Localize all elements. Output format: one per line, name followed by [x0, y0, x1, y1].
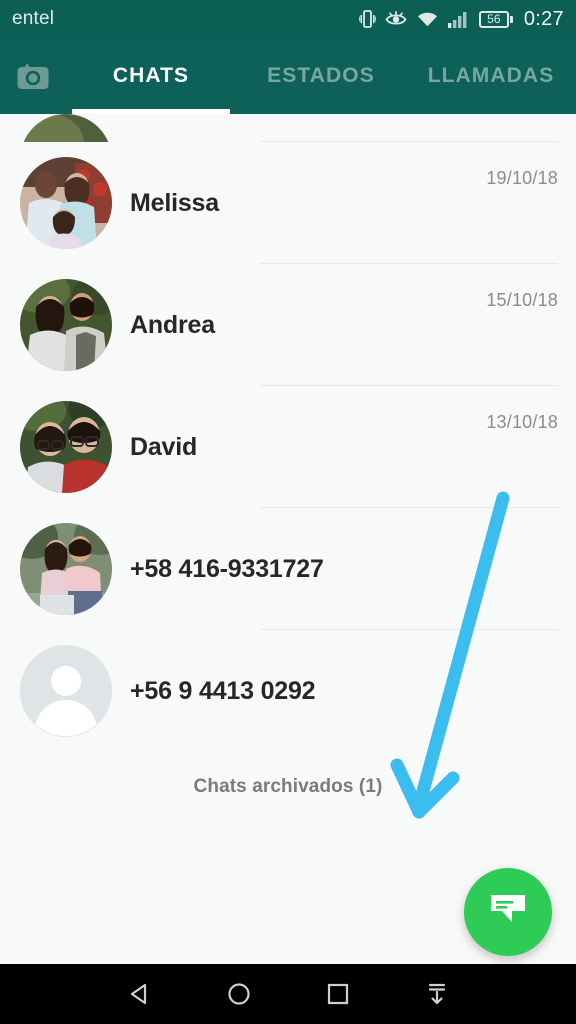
- tab-llamadas[interactable]: LLAMADAS: [406, 38, 576, 114]
- chat-date: 15/10/18: [486, 290, 558, 310]
- recents-icon[interactable]: [308, 964, 368, 1024]
- list-item-body: David 13/10/18: [130, 386, 576, 508]
- list-item-body: Andrea 15/10/18: [130, 264, 576, 386]
- list-item[interactable]: +56 9 4413 0292: [0, 630, 576, 752]
- list-item[interactable]: David 13/10/18: [0, 386, 576, 508]
- chat-name: +58 416-9331727: [130, 554, 324, 583]
- tab-bar: CHATS ESTADOS LLAMADAS: [0, 38, 576, 114]
- chat-date: 13/10/18: [486, 412, 558, 432]
- camera-icon[interactable]: [0, 60, 66, 92]
- eye-icon: [385, 10, 407, 28]
- tab-estados[interactable]: ESTADOS: [236, 38, 406, 114]
- avatar: [20, 523, 112, 615]
- android-nav-bar: [0, 964, 576, 1024]
- list-item-body: Melissa 19/10/18: [130, 142, 576, 264]
- carrier-label: entel: [12, 8, 55, 29]
- tab-llamadas-label: LLAMADAS: [427, 64, 555, 87]
- clock-label: 0:27: [523, 7, 564, 30]
- list-item[interactable]: Andrea 15/10/18: [0, 264, 576, 386]
- battery-level: 56: [478, 10, 509, 28]
- archived-chats-label: Chats archivados (1): [193, 776, 383, 797]
- status-bar: entel 56 0:27: [0, 0, 576, 38]
- back-icon[interactable]: [110, 964, 170, 1024]
- avatar: [20, 157, 112, 249]
- status-icons: 56 0:27: [358, 7, 564, 31]
- tab-chats[interactable]: CHATS: [66, 38, 236, 114]
- tab-chats-label: CHATS: [112, 64, 190, 87]
- signal-icon: [447, 10, 470, 28]
- tab-estados-label: ESTADOS: [267, 64, 375, 87]
- avatar-default: [20, 645, 112, 737]
- chat-name: Andrea: [130, 310, 215, 339]
- chat-name: David: [130, 432, 198, 461]
- list-item-body: +58 416-9331727: [130, 508, 576, 630]
- new-chat-fab[interactable]: [464, 868, 552, 956]
- archived-chats-button[interactable]: Chats archivados (1): [0, 752, 576, 822]
- chat-date: 19/10/18: [486, 168, 558, 188]
- avatar: [20, 279, 112, 371]
- chat-list[interactable]: Melissa 19/10/18 Andrea 15/10/18 David 1…: [0, 114, 576, 964]
- battery-icon: 56: [478, 10, 513, 28]
- whatsapp-screen: entel 56 0:27 CHATS ESTADOS LLAMADAS Mel…: [0, 0, 576, 1024]
- list-item-body: [130, 114, 576, 142]
- vibrate-icon: [358, 9, 376, 29]
- list-item[interactable]: +58 416-9331727: [0, 508, 576, 630]
- wifi-icon: [416, 10, 439, 28]
- chat-name: Melissa: [130, 188, 219, 217]
- list-item[interactable]: Melissa 19/10/18: [0, 142, 576, 264]
- avatar: [20, 114, 112, 142]
- list-item[interactable]: [0, 114, 576, 142]
- avatar: [20, 401, 112, 493]
- list-item-body: +56 9 4413 0292: [130, 630, 576, 752]
- chat-name: +56 9 4413 0292: [130, 676, 316, 705]
- new-chat-icon: [488, 892, 528, 933]
- home-icon[interactable]: [209, 964, 269, 1024]
- hide-navbar-icon[interactable]: [407, 964, 467, 1024]
